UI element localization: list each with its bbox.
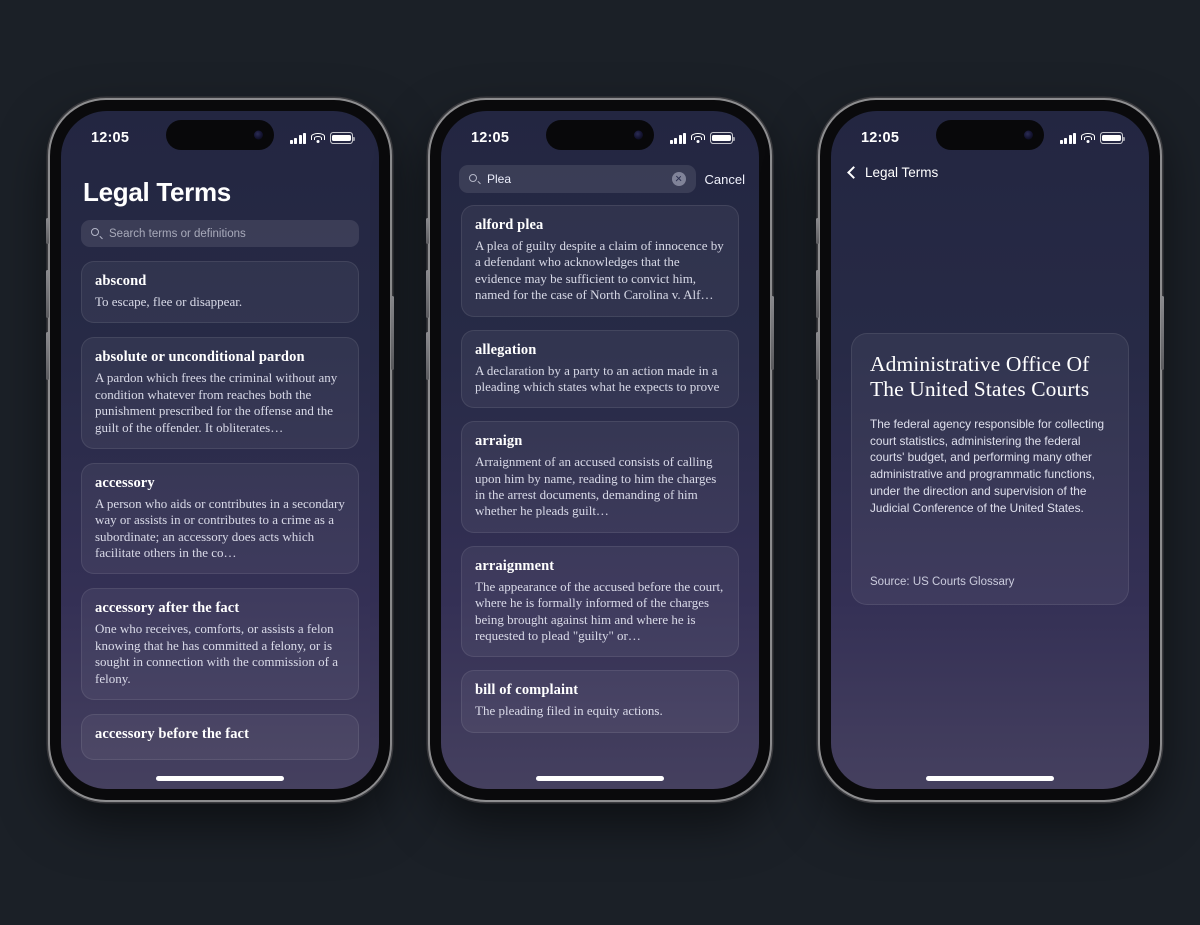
term-title: abscond bbox=[95, 273, 147, 289]
list-item[interactable]: accessory after the fact One who receive… bbox=[81, 588, 359, 700]
term-title: bill of complaint bbox=[475, 682, 579, 699]
list-item[interactable]: arraign Arraignment of an accused consis… bbox=[461, 421, 739, 533]
battery-icon bbox=[330, 132, 356, 144]
list-item[interactable]: allegation A declaration by a party to a… bbox=[461, 329, 739, 409]
term-title: absolute or unconditional pardon bbox=[95, 349, 305, 366]
list-item[interactable]: accessory before the fact bbox=[81, 713, 359, 760]
list-item[interactable]: abscond To escape, flee or disappear. bbox=[81, 261, 359, 324]
silent-switch[interactable] bbox=[426, 218, 429, 244]
home-indicator[interactable] bbox=[156, 776, 284, 781]
screenshot-stage: 12:05 Legal Terms Search terms or defini… bbox=[0, 0, 1200, 925]
phone-device-2: 12:05 Plea Cancel alford plea A plea of … bbox=[426, 100, 774, 800]
front-camera-icon bbox=[1024, 130, 1033, 140]
power-button[interactable] bbox=[391, 296, 394, 370]
search-input[interactable]: Plea bbox=[459, 165, 696, 193]
dynamic-island bbox=[936, 120, 1044, 150]
status-indicators bbox=[670, 132, 736, 144]
term-definition: Arraignment of an accused consists of ca… bbox=[475, 454, 717, 519]
status-indicators bbox=[1060, 132, 1126, 144]
phone1-screen: 12:05 Legal Terms Search terms or defini… bbox=[61, 111, 379, 789]
cancel-button[interactable]: Cancel bbox=[705, 172, 745, 187]
volume-down-button[interactable] bbox=[46, 332, 49, 380]
silent-switch[interactable] bbox=[816, 218, 819, 244]
volume-down-button[interactable] bbox=[426, 332, 429, 380]
status-indicators bbox=[290, 132, 356, 144]
signal-bars-icon bbox=[290, 132, 306, 144]
search-icon bbox=[91, 228, 103, 240]
list-item[interactable]: absolute or unconditional pardon A pardo… bbox=[81, 337, 359, 449]
term-title: accessory after the fact bbox=[95, 600, 240, 617]
status-clock: 12:05 bbox=[471, 130, 510, 146]
term-definition: To escape, flee or disappear. bbox=[95, 294, 243, 309]
search-bar-row: Plea Cancel bbox=[441, 157, 759, 193]
term-definition: A person who aids or contributes in a se… bbox=[95, 495, 345, 560]
volume-down-button[interactable] bbox=[816, 332, 819, 380]
list-item[interactable]: accessory A person who aids or contribut… bbox=[81, 462, 359, 575]
list-item[interactable]: arraignment The appearance of the accuse… bbox=[461, 545, 739, 658]
power-button[interactable] bbox=[1161, 296, 1164, 370]
term-title: accessory before the fact bbox=[95, 725, 250, 742]
detail-container: Administrative Office Of The United Stat… bbox=[831, 333, 1149, 605]
home-indicator[interactable] bbox=[536, 776, 664, 781]
battery-icon bbox=[710, 132, 736, 144]
detail-body: The federal agency responsible for colle… bbox=[870, 416, 1105, 515]
term-detail-card: Administrative Office Of The United Stat… bbox=[851, 333, 1129, 605]
status-clock: 12:05 bbox=[91, 130, 130, 146]
dynamic-island bbox=[546, 120, 654, 150]
signal-bars-icon bbox=[1060, 132, 1076, 144]
wifi-icon bbox=[311, 132, 325, 144]
back-button[interactable]: Legal Terms bbox=[831, 157, 1149, 180]
power-button[interactable] bbox=[771, 296, 774, 370]
terms-list[interactable]: abscond To escape, flee or disappear. ab… bbox=[61, 247, 379, 760]
term-title: arraignment bbox=[475, 557, 555, 574]
term-title: arraign bbox=[475, 433, 523, 450]
search-value: Plea bbox=[487, 172, 512, 186]
status-clock: 12:05 bbox=[861, 130, 900, 146]
term-detail-screen: Legal Terms Administrative Office Of The… bbox=[831, 111, 1149, 789]
search-input[interactable]: Search terms or definitions bbox=[81, 220, 359, 247]
front-camera-icon bbox=[254, 130, 263, 140]
home-indicator[interactable] bbox=[926, 776, 1054, 781]
phone-device-3: 12:05 Legal Terms Administrative Office … bbox=[816, 100, 1164, 800]
term-definition: One who receives, comforts, or assists a… bbox=[95, 621, 338, 686]
term-definition: A declaration by a party to an action ma… bbox=[475, 362, 720, 394]
phone3-screen: 12:05 Legal Terms Administrative Office … bbox=[831, 111, 1149, 789]
wifi-icon bbox=[1081, 132, 1095, 144]
list-item[interactable]: alford plea A plea of guilty despite a c… bbox=[461, 205, 739, 317]
detail-source: Source: US Courts Glossary bbox=[870, 576, 1015, 588]
search-placeholder: Search terms or definitions bbox=[109, 227, 246, 240]
phone-device-1: 12:05 Legal Terms Search terms or defini… bbox=[46, 100, 394, 800]
chevron-left-icon bbox=[847, 166, 860, 179]
term-title: alford plea bbox=[475, 217, 544, 233]
term-definition: A pardon which frees the criminal withou… bbox=[95, 370, 338, 435]
battery-icon bbox=[1100, 132, 1126, 144]
front-camera-icon bbox=[634, 130, 643, 140]
dynamic-island bbox=[166, 120, 274, 150]
phone2-screen: 12:05 Plea Cancel alford plea A plea of … bbox=[441, 111, 759, 789]
term-definition: The appearance of the accused before the… bbox=[475, 578, 724, 643]
clear-search-icon[interactable] bbox=[671, 172, 686, 186]
term-title: accessory bbox=[95, 474, 155, 491]
silent-switch[interactable] bbox=[46, 218, 49, 244]
signal-bars-icon bbox=[670, 132, 686, 144]
volume-up-button[interactable] bbox=[816, 270, 819, 318]
wifi-icon bbox=[691, 132, 705, 144]
page-title: Legal Terms bbox=[83, 177, 231, 207]
search-results-list[interactable]: alford plea A plea of guilty despite a c… bbox=[441, 193, 759, 733]
volume-up-button[interactable] bbox=[46, 270, 49, 318]
term-definition: The pleading filed in equity actions. bbox=[475, 703, 663, 719]
term-title: allegation bbox=[475, 341, 537, 358]
term-definition: A plea of guilty despite a claim of inno… bbox=[475, 238, 724, 303]
volume-up-button[interactable] bbox=[426, 270, 429, 318]
search-results-screen: Plea Cancel alford plea A plea of guilty… bbox=[441, 111, 759, 789]
list-item[interactable]: bill of complaint The pleading filed in … bbox=[461, 670, 739, 733]
search-icon bbox=[469, 173, 481, 185]
detail-title: Administrative Office Of The United Stat… bbox=[870, 352, 1090, 401]
legal-terms-list-screen: Legal Terms Search terms or definitions … bbox=[61, 111, 379, 789]
back-button-label: Legal Terms bbox=[865, 165, 939, 180]
